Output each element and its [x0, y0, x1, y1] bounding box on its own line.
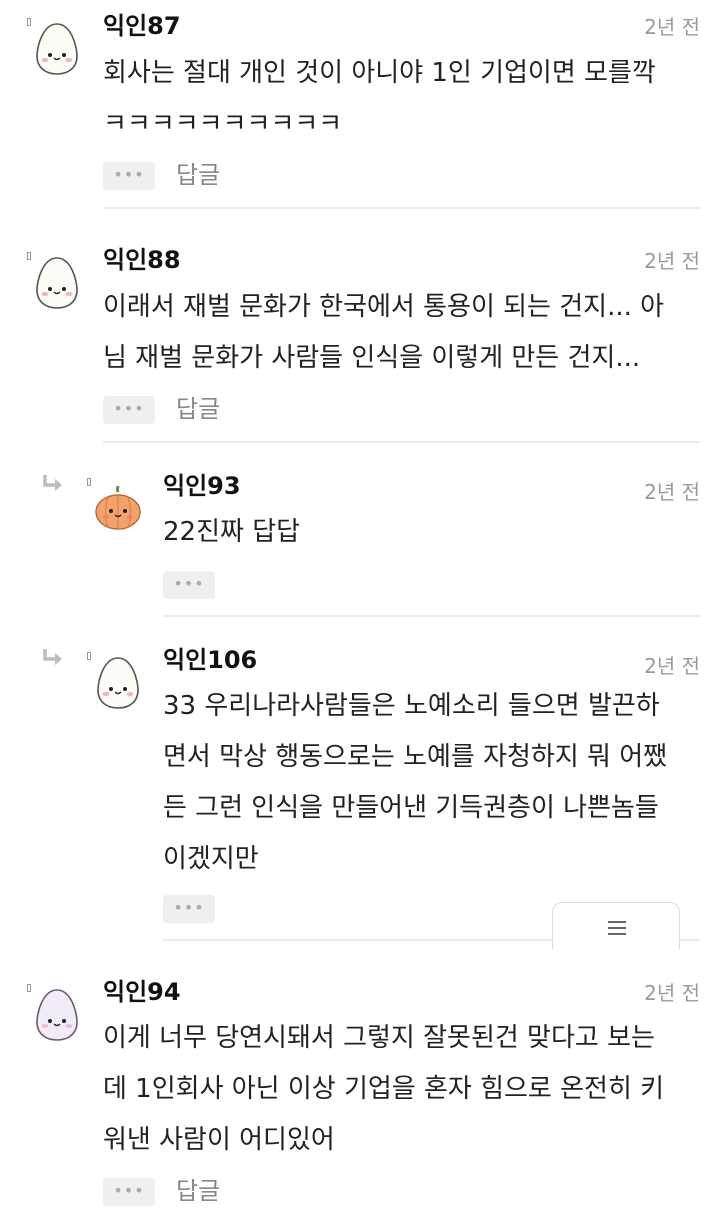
comment-divider	[103, 207, 700, 209]
comment-nickname[interactable]: 익인94	[103, 977, 181, 1007]
reply-button[interactable]: 답글	[176, 394, 220, 424]
pumpkin-face-icon	[95, 485, 141, 530]
comment-line: 든 그런 인식을 만들어낸 기득권층이 나쁜놈들	[163, 793, 659, 823]
comment-body: 이래서 재벌 문화가 한국에서 통용이 되는 건지... 아 님 재벌 문화가 …	[103, 282, 703, 384]
comment-time: 2년 전	[644, 480, 700, 504]
status-dot	[27, 18, 31, 26]
purple-egg-face-icon	[36, 989, 78, 1041]
more-options-button[interactable]: •••	[103, 396, 155, 424]
comment-line: 님 재벌 문화가 사람들 인식을 이렇게 만든 건지...	[103, 343, 641, 373]
reply-button[interactable]: 답글	[176, 1176, 220, 1206]
comment-time: 2년 전	[644, 15, 700, 39]
comment-line: 워낸 사람이 어디있어	[103, 1125, 335, 1155]
comment-body: 이게 너무 당연시돼서 그렇지 잘못된건 맞다고 보는 데 1인회사 아닌 이상…	[103, 1013, 703, 1166]
comment-line: ㅋㅋㅋㅋㅋㅋㅋㅋㅋㅋ	[103, 109, 343, 139]
reply-button[interactable]: 답글	[176, 160, 220, 190]
reply-arrow-icon	[43, 649, 62, 665]
hamburger-menu-icon	[608, 921, 626, 939]
comment-item: 익인87 2년 전 회사는 절대 개인 것이 아니야 1인 기업이면 모를깍 ㅋ…	[0, 0, 720, 210]
reply-arrow-icon	[43, 475, 62, 491]
comment-nickname[interactable]: 익인87	[103, 11, 181, 41]
comment-time: 2년 전	[644, 249, 700, 273]
comment-line: 이게 너무 당연시돼서 그렇지 잘못된건 맞다고 보는	[103, 1023, 655, 1053]
comment-divider	[103, 441, 700, 443]
comment-nickname[interactable]: 익인88	[103, 245, 181, 275]
status-dot	[27, 252, 31, 260]
status-dot	[27, 984, 31, 992]
egg-face-icon	[36, 23, 78, 75]
more-options-button[interactable]: •••	[103, 1178, 155, 1206]
comment-line: 이겠지만	[163, 844, 259, 874]
comment-body: 33 우리나라사람들은 노예소리 들으면 발끈하 면서 막상 행동으로는 노예를…	[163, 681, 703, 885]
comment-line: 회사는 절대 개인 것이 아니야 1인 기업이면 모를깍	[103, 58, 656, 88]
status-dot	[87, 652, 91, 660]
more-options-button[interactable]: •••	[103, 162, 155, 190]
comment-line: 33 우리나라사람들은 노예소리 들으면 발끈하	[163, 691, 660, 721]
comment-line: 면서 막상 행동으로는 노예를 자청하지 뭐 어쨌	[163, 742, 668, 772]
comment-nickname[interactable]: 익인106	[163, 645, 257, 675]
egg-face-icon	[36, 257, 78, 309]
comment-body: 회사는 절대 개인 것이 아니야 1인 기업이면 모를깍 ㅋㅋㅋㅋㅋㅋㅋㅋㅋㅋ	[103, 48, 703, 150]
comment-line: 데 1인회사 아닌 이상 기업을 혼자 힘으로 온전히 키	[103, 1074, 665, 1104]
comment-time: 2년 전	[644, 981, 700, 1005]
comment-nickname[interactable]: 익인93	[163, 471, 241, 501]
comment-body: 22진짜 답답	[163, 507, 703, 558]
floating-menu-button[interactable]	[552, 902, 680, 949]
comment-time: 2년 전	[644, 654, 700, 678]
comment-line: 이래서 재벌 문화가 한국에서 통용이 되는 건지... 아	[103, 292, 665, 322]
status-dot	[87, 478, 91, 486]
egg-face-icon	[97, 657, 139, 709]
more-options-button[interactable]: •••	[163, 895, 215, 923]
more-options-button[interactable]: •••	[163, 571, 215, 599]
comment-divider	[163, 615, 700, 617]
comment-line: 22진짜 답답	[163, 517, 301, 547]
